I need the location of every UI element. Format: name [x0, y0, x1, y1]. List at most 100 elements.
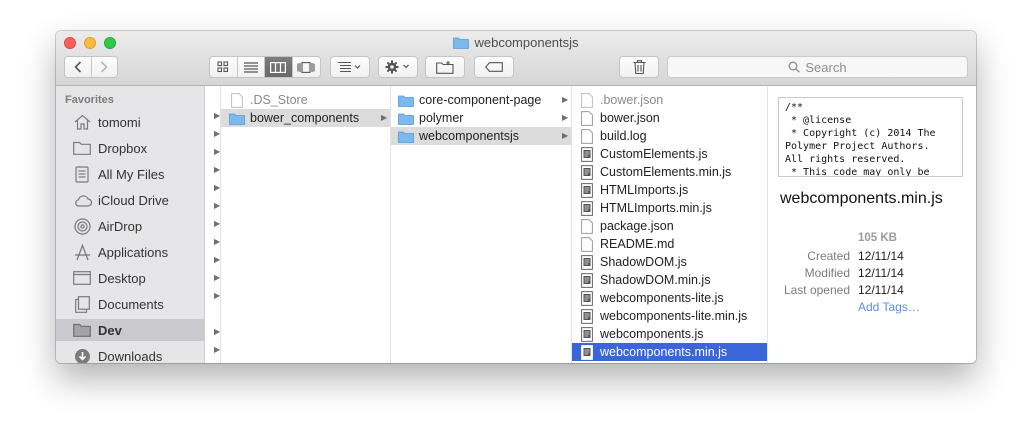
- list-item-label: bower_components: [250, 111, 360, 125]
- sidebar-item-dev[interactable]: Dev: [56, 319, 204, 341]
- home-icon: [72, 113, 92, 131]
- file-icon: [579, 110, 595, 126]
- sidebar-item-tomomi[interactable]: tomomi: [56, 111, 204, 133]
- list-item-label: polymer: [419, 111, 464, 125]
- file-icon: [579, 128, 595, 144]
- search-field[interactable]: Search: [667, 56, 968, 78]
- add-tags-link[interactable]: Add Tags…: [858, 300, 920, 314]
- airdrop-icon: [72, 217, 92, 235]
- list-item[interactable]: .bower.json: [572, 91, 767, 109]
- meta-label-created: Created: [807, 249, 850, 263]
- search-placeholder: Search: [805, 59, 847, 75]
- sidebar-item-downloads[interactable]: Downloads: [56, 345, 204, 363]
- desktop-icon: [72, 269, 92, 287]
- list-item-label: CustomElements.js: [600, 147, 708, 161]
- back-button[interactable]: [65, 57, 92, 77]
- script-file-icon: [579, 254, 595, 270]
- search-icon: [788, 61, 801, 73]
- list-item-label: HTMLImports.js: [600, 183, 689, 197]
- documents-icon: [72, 295, 92, 313]
- icon-view-button[interactable]: [210, 57, 238, 77]
- arrange-button[interactable]: [330, 56, 370, 78]
- window-title-text: webcomponentsjs: [474, 35, 579, 50]
- script-file-icon: [579, 326, 595, 342]
- list-item[interactable]: build.log: [572, 127, 767, 145]
- gear-icon: [385, 60, 409, 74]
- file-icon: [579, 236, 595, 252]
- list-item-label: ShadowDOM.js: [600, 255, 687, 269]
- sidebar-item-dropbox[interactable]: Dropbox: [56, 137, 204, 159]
- meta-value-modified: 12/11/14: [858, 266, 904, 280]
- list-item[interactable]: ShadowDOM.js: [572, 253, 767, 271]
- back-forward-control: [64, 56, 118, 78]
- trash-button[interactable]: [619, 56, 659, 78]
- meta-label-last-opened: Last opened: [783, 283, 850, 297]
- disclosure-arrow-icon: ▶: [214, 345, 221, 354]
- sidebar-item-icloud-drive[interactable]: iCloud Drive: [56, 189, 204, 211]
- list-item[interactable]: HTMLImports.min.js: [572, 199, 767, 217]
- disclosure-arrow-icon: ▶: [214, 147, 221, 156]
- list-item-label: webcomponents.min.js: [600, 345, 728, 359]
- folder-icon: [229, 110, 245, 126]
- list-item[interactable]: HTMLImports.js: [572, 181, 767, 199]
- list-item[interactable]: webcomponents-lite.min.js: [572, 307, 767, 325]
- folder-icon: [398, 110, 414, 126]
- list-item[interactable]: ShadowDOM.min.js: [572, 271, 767, 289]
- script-file-icon: [579, 290, 595, 306]
- list-item[interactable]: bower_components ▶: [221, 109, 390, 127]
- list-item-label: webcomponents-lite.js: [600, 291, 724, 305]
- list-item[interactable]: .DS_Store: [221, 91, 390, 109]
- forward-button[interactable]: [92, 57, 118, 77]
- column-bower-components: core-component-page ▶ polymer ▶ webcompo…: [391, 86, 572, 363]
- preview-file-name: webcomponents.min.js: [780, 190, 943, 207]
- folder-icon: [453, 37, 470, 49]
- cloud-icon: [72, 191, 92, 209]
- new-folder-button[interactable]: [425, 56, 465, 78]
- script-file-icon: [579, 182, 595, 198]
- sidebar-item-label: Dev: [98, 322, 122, 338]
- script-file-icon: [579, 146, 595, 162]
- list-item[interactable]: polymer ▶: [391, 109, 571, 127]
- list-item[interactable]: core-component-page ▶: [391, 91, 571, 109]
- list-item-label: build.log: [600, 129, 647, 143]
- list-item[interactable]: CustomElements.js: [572, 145, 767, 163]
- sidebar-item-airdrop[interactable]: AirDrop: [56, 215, 204, 237]
- list-item[interactable]: CustomElements.min.js: [572, 163, 767, 181]
- sidebar-item-all-my-files[interactable]: All My Files: [56, 163, 204, 185]
- list-item[interactable]: package.json: [572, 217, 767, 235]
- list-item-label: .bower.json: [600, 93, 664, 107]
- list-item[interactable]: webcomponents-lite.js: [572, 289, 767, 307]
- list-item[interactable]: README.md: [572, 235, 767, 253]
- sidebar-item-documents[interactable]: Documents: [56, 293, 204, 315]
- script-file-icon: [579, 164, 595, 180]
- columns-icon: [270, 61, 287, 73]
- action-button[interactable]: [378, 56, 418, 78]
- downloads-icon: [72, 347, 92, 363]
- column-parent: ▶ ▶ ▶ ▶ ▶ ▶ ▶ ▶ ▶ ▶ ▶ ▶ ▶: [205, 86, 221, 363]
- cover-flow-button[interactable]: [293, 57, 320, 77]
- column-view-button[interactable]: [265, 57, 293, 77]
- disclosure-arrow-icon: ▶: [214, 129, 221, 138]
- disclosure-arrow-icon: ▶: [214, 219, 221, 228]
- disclosure-arrow-icon: ▶: [562, 131, 569, 140]
- list-item[interactable]: webcomponents.min.js: [572, 343, 767, 361]
- list-item-label: core-component-page: [419, 93, 542, 107]
- edit-tags-button[interactable]: [474, 56, 514, 78]
- list-view-button[interactable]: [238, 57, 265, 77]
- all-files-icon: [72, 165, 92, 183]
- finder-window: webcomponentsjs Search Favorites tomomi …: [56, 31, 976, 363]
- list-item[interactable]: webcomponentsjs ▶: [391, 127, 571, 145]
- preview-pane: /** * @license * Copyright (c) 2014 The …: [768, 86, 976, 363]
- chevron-left-icon: [74, 61, 81, 73]
- meta-value-last-opened: 12/11/14: [858, 283, 904, 297]
- window-title: webcomponentsjs: [56, 35, 976, 50]
- sidebar-item-applications[interactable]: Applications: [56, 241, 204, 263]
- folder-plus-icon: [436, 60, 454, 74]
- sidebar-item-desktop[interactable]: Desktop: [56, 267, 204, 289]
- file-icon: [579, 92, 595, 108]
- sidebar-item-label: iCloud Drive: [98, 192, 169, 208]
- meta-value-created: 12/11/14: [858, 249, 904, 263]
- list-item[interactable]: bower.json: [572, 109, 767, 127]
- list-item[interactable]: webcomponents.js: [572, 325, 767, 343]
- list-icon: [243, 61, 258, 73]
